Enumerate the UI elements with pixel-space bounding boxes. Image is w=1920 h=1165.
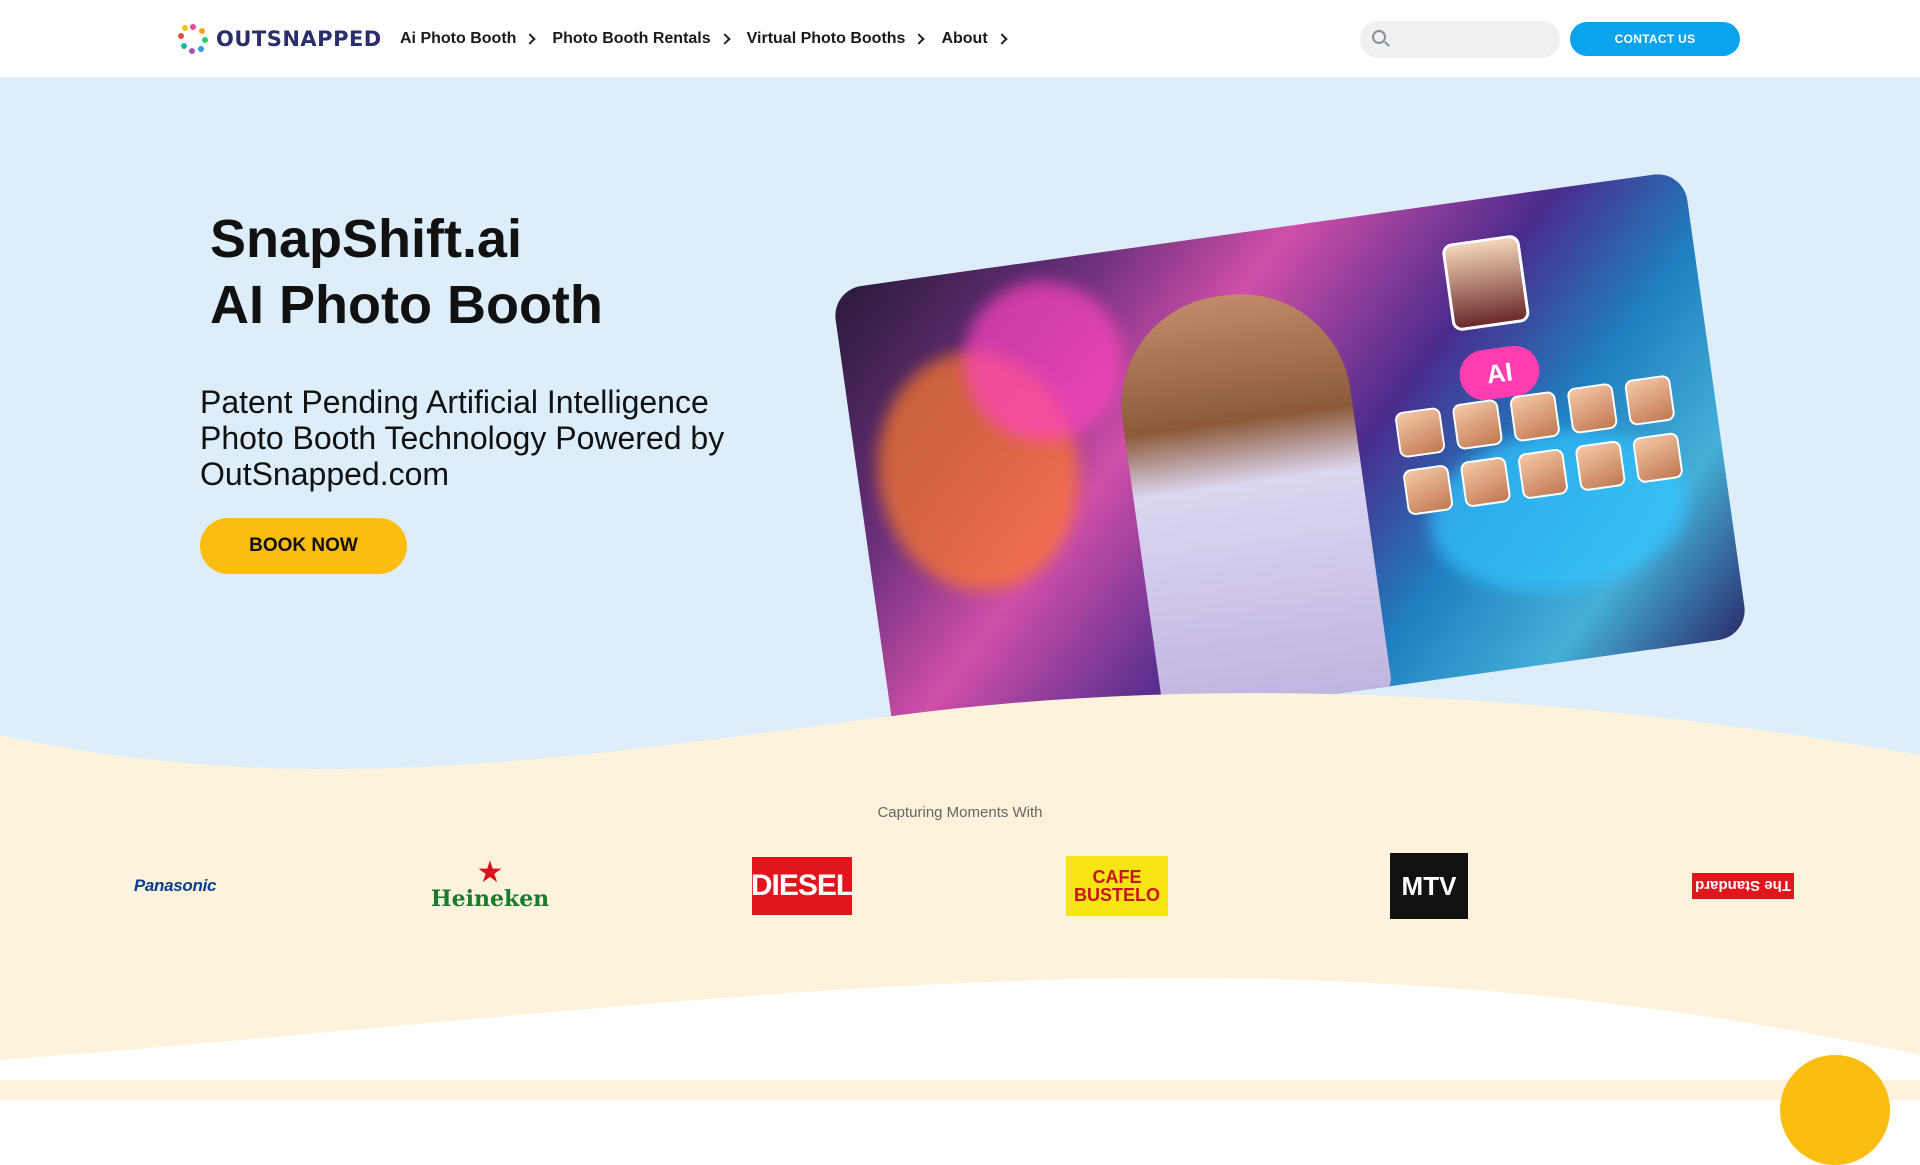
- face-thumbnail: [1517, 447, 1569, 500]
- brand-mtv-logo: MTV: [1383, 850, 1475, 922]
- white-wave-bottom: [0, 977, 1920, 1080]
- brand-label: MTV: [1401, 870, 1457, 901]
- brand-label: The Standard: [1695, 877, 1791, 895]
- reference-photo: [1441, 233, 1531, 332]
- chevron-right-icon: [524, 33, 537, 45]
- hero-section: SnapShift.ai AI Photo Booth Patent Pendi…: [0, 78, 1920, 778]
- search-icon[interactable]: [1372, 30, 1386, 44]
- face-thumbnail: [1566, 382, 1619, 435]
- contact-us-button[interactable]: CONTACT US: [1570, 22, 1740, 56]
- hero-ai-illustration: AI: [831, 170, 1749, 756]
- nav-label: About: [941, 30, 988, 47]
- book-now-button[interactable]: BOOK NOW: [200, 518, 407, 574]
- nav-virtual-photo-booths[interactable]: Virtual Photo Booths: [746, 26, 926, 52]
- hero-title-line2: AI Photo Booth: [210, 275, 603, 335]
- brand-label: Heineken: [430, 886, 550, 912]
- diesel-box: DIESEL: [750, 857, 854, 915]
- chat-widget-button[interactable]: [1780, 1055, 1890, 1165]
- face-thumbnail: [1574, 439, 1627, 492]
- main-nav: Ai Photo Booth Photo Booth Rentals Virtu…: [400, 26, 1024, 52]
- site-header: OUTSNAPPED Ai Photo Booth Photo Booth Re…: [0, 0, 1920, 78]
- brand-cafe-bustelo-logo: CAFE BUSTELO: [1066, 850, 1168, 922]
- face-thumbnail: [1508, 390, 1561, 443]
- red-star-icon: ★: [476, 856, 504, 889]
- brand-label: Panasonic: [133, 876, 217, 895]
- brand-heineken-logo: ★ Heineken: [431, 850, 549, 922]
- bustelo-box: CAFE BUSTELO: [1066, 856, 1168, 916]
- site-logo[interactable]: OUTSNAPPED: [178, 22, 382, 56]
- logo-text: OUTSNAPPED: [216, 27, 382, 51]
- face-thumbnail: [1402, 464, 1455, 517]
- search-input[interactable]: [1360, 21, 1560, 58]
- nav-label: Photo Booth Rentals: [552, 30, 711, 47]
- nav-ai-photo-booth[interactable]: Ai Photo Booth: [400, 26, 537, 52]
- face-thumbnail: [1451, 398, 1504, 451]
- nav-label: Ai Photo Booth: [400, 30, 517, 47]
- brand-label: CAFE BUSTELO: [1073, 867, 1160, 905]
- hero-subtitle: Patent Pending Artificial Intelligence P…: [200, 384, 725, 492]
- brand-panasonic-logo: Panasonic: [125, 850, 225, 922]
- clients-caption: Capturing Moments With: [877, 804, 1043, 821]
- hero-title: SnapShift.ai AI Photo Booth: [210, 206, 603, 338]
- logo-dots-icon: [178, 24, 208, 54]
- brand-the-standard-logo: The Standard: [1692, 850, 1794, 922]
- chevron-right-icon: [913, 33, 926, 45]
- face-thumbnail: [1623, 374, 1676, 427]
- nav-label: Virtual Photo Booths: [746, 30, 906, 47]
- hero-title-line1: SnapShift.ai: [210, 209, 523, 269]
- mtv-box: MTV: [1390, 853, 1468, 919]
- chevron-right-icon: [995, 33, 1008, 45]
- brand-diesel-logo: DIESEL: [750, 850, 854, 922]
- face-thumbnail: [1394, 406, 1447, 459]
- chevron-right-icon: [718, 33, 731, 45]
- nav-about[interactable]: About: [941, 26, 1008, 52]
- face-thumbnail: [1631, 431, 1684, 484]
- brand-label: DIESEL: [750, 869, 854, 902]
- face-thumbnail: [1459, 455, 1512, 508]
- nav-photo-booth-rentals[interactable]: Photo Booth Rentals: [552, 26, 731, 52]
- standard-box: The Standard: [1692, 873, 1794, 899]
- search-box: [1360, 21, 1560, 58]
- woman-figure: [1107, 279, 1394, 728]
